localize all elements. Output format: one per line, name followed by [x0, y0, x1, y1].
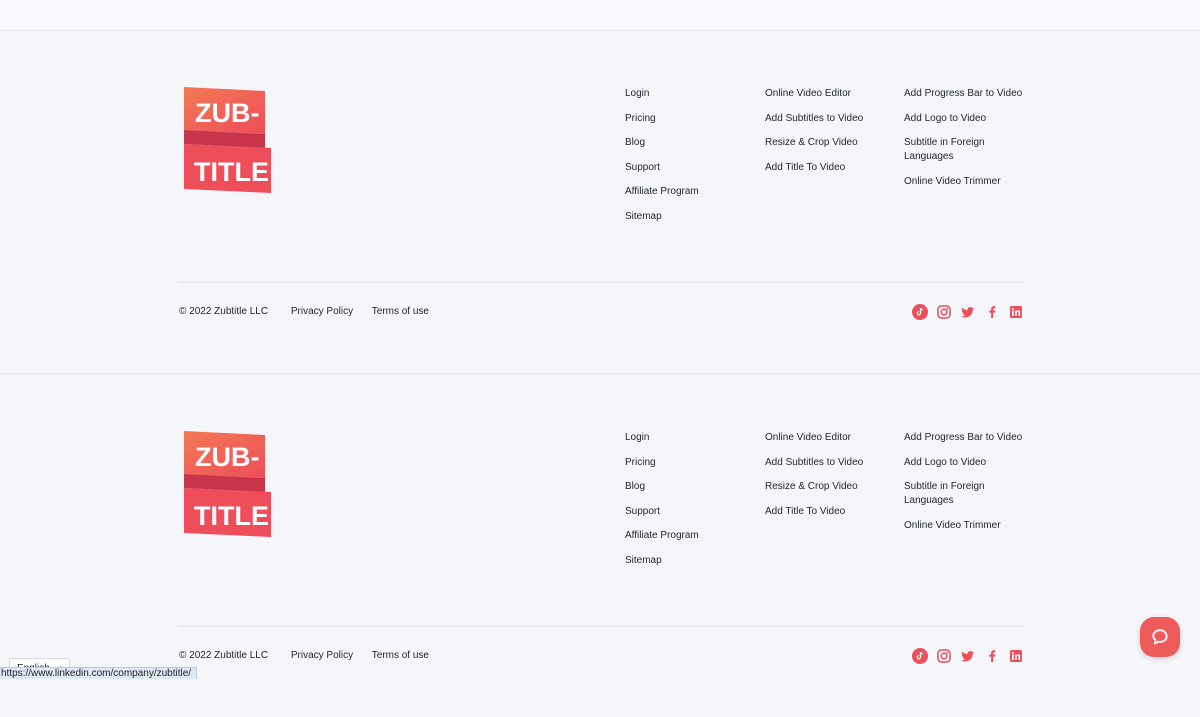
social-links — [912, 303, 1024, 321]
help-chat-button[interactable] — [1140, 617, 1180, 657]
chat-bubble-icon — [1152, 629, 1168, 645]
foreign-subtitles-link[interactable]: Subtitle in Foreign Languages — [904, 480, 1029, 508]
footer-column-company: Login Pricing Blog Support Affiliate Pro… — [625, 87, 745, 234]
svg-text:ZUB-: ZUB- — [195, 98, 259, 128]
login-link[interactable]: Login — [625, 87, 745, 101]
progress-bar-link[interactable]: Add Progress Bar to Video — [904, 431, 1029, 445]
video-trimmer-link[interactable]: Online Video Trimmer — [904, 519, 1029, 533]
affiliate-program-link[interactable]: Affiliate Program — [625, 185, 745, 199]
copyright-text: © 2022 Zubtitle LLC — [179, 306, 269, 317]
logo[interactable]: ZUB- TITLE — [183, 430, 273, 538]
pricing-link[interactable]: Pricing — [625, 112, 745, 126]
affiliate-program-link[interactable]: Affiliate Program — [625, 529, 745, 543]
linkedin-icon[interactable] — [1008, 648, 1024, 664]
pricing-link[interactable]: Pricing — [625, 456, 745, 470]
linkedin-icon[interactable] — [1008, 304, 1024, 320]
footer-divider — [179, 282, 1024, 283]
terms-of-use-link[interactable]: Terms of use — [372, 306, 429, 317]
online-video-editor-link[interactable]: Online Video Editor — [765, 431, 890, 445]
svg-text:TITLE: TITLE — [194, 501, 269, 531]
instagram-icon[interactable] — [936, 648, 952, 664]
footer-column-tools: Online Video Editor Add Subtitles to Vid… — [765, 431, 890, 529]
video-trimmer-link[interactable]: Online Video Trimmer — [904, 175, 1029, 189]
tiktok-icon[interactable] — [912, 304, 928, 320]
add-title-link[interactable]: Add Title To Video — [765, 505, 890, 519]
foreign-subtitles-link[interactable]: Subtitle in Foreign Languages — [904, 136, 1029, 164]
footer-legal: © 2022 Zubtitle LLC Privacy Policy Terms… — [179, 305, 445, 319]
privacy-policy-link[interactable]: Privacy Policy — [291, 650, 353, 661]
footer: ZUB- TITLE Login Pricing Blog Support Af… — [0, 30, 1200, 374]
footer-column-tools: Online Video Editor Add Subtitles to Vid… — [765, 87, 890, 185]
footer-column-features: Add Progress Bar to Video Add Logo to Vi… — [904, 431, 1029, 543]
resize-crop-link[interactable]: Resize & Crop Video — [765, 136, 890, 150]
online-video-editor-link[interactable]: Online Video Editor — [765, 87, 890, 101]
login-link[interactable]: Login — [625, 431, 745, 445]
privacy-policy-link[interactable]: Privacy Policy — [291, 306, 353, 317]
blog-link[interactable]: Blog — [625, 136, 745, 150]
terms-of-use-link[interactable]: Terms of use — [372, 650, 429, 661]
social-links — [912, 647, 1024, 665]
add-subtitles-link[interactable]: Add Subtitles to Video — [765, 456, 890, 470]
footer-column-features: Add Progress Bar to Video Add Logo to Vi… — [904, 87, 1029, 199]
facebook-icon[interactable] — [984, 304, 1000, 320]
instagram-icon[interactable] — [936, 304, 952, 320]
support-link[interactable]: Support — [625, 161, 745, 175]
twitter-icon[interactable] — [960, 304, 976, 320]
facebook-icon[interactable] — [984, 648, 1000, 664]
support-link[interactable]: Support — [625, 505, 745, 519]
svg-text:ZUB-: ZUB- — [195, 442, 259, 472]
progress-bar-link[interactable]: Add Progress Bar to Video — [904, 87, 1029, 101]
svg-text:TITLE: TITLE — [194, 157, 269, 187]
footer-column-company: Login Pricing Blog Support Affiliate Pro… — [625, 431, 745, 578]
add-title-link[interactable]: Add Title To Video — [765, 161, 890, 175]
footer-divider — [179, 626, 1024, 627]
resize-crop-link[interactable]: Resize & Crop Video — [765, 480, 890, 494]
copyright-text: © 2022 Zubtitle LLC — [179, 650, 269, 661]
add-logo-link[interactable]: Add Logo to Video — [904, 112, 1029, 126]
footer-legal: © 2022 Zubtitle LLC Privacy Policy Terms… — [179, 649, 445, 663]
logo[interactable]: ZUB- TITLE — [183, 86, 273, 194]
zubtitle-logo-icon: ZUB- TITLE — [184, 87, 271, 193]
tiktok-icon[interactable] — [912, 648, 928, 664]
add-subtitles-link[interactable]: Add Subtitles to Video — [765, 112, 890, 126]
add-logo-link[interactable]: Add Logo to Video — [904, 456, 1029, 470]
top-strip — [0, 0, 1200, 31]
sitemap-link[interactable]: Sitemap — [625, 210, 745, 224]
footer: ZUB- TITLE Login Pricing Blog Support Af… — [0, 374, 1200, 717]
twitter-icon[interactable] — [960, 648, 976, 664]
zubtitle-logo-icon: ZUB- TITLE — [184, 431, 271, 537]
sitemap-link[interactable]: Sitemap — [625, 554, 745, 568]
blog-link[interactable]: Blog — [625, 480, 745, 494]
status-bar-url: https://www.linkedin.com/company/zubtitl… — [0, 667, 198, 679]
